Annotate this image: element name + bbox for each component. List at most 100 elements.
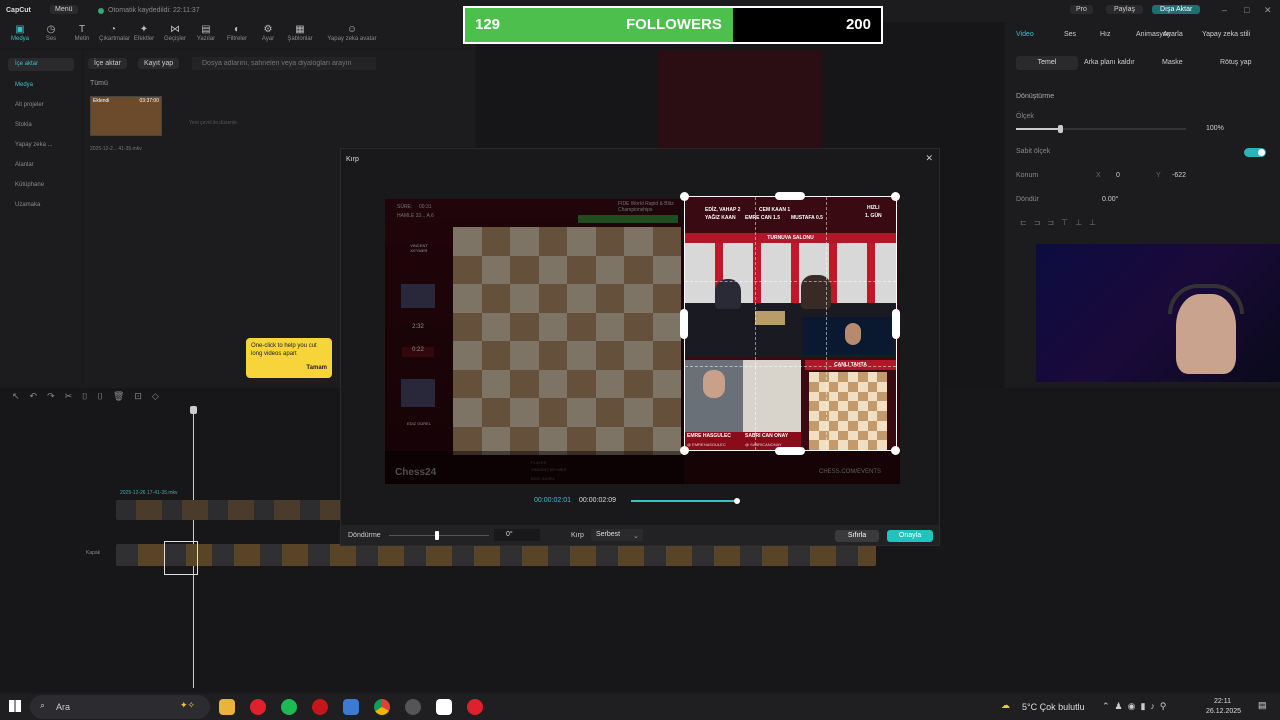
- tab-ai-style[interactable]: Yapay zeka stili: [1202, 31, 1250, 38]
- sidebar-item-import[interactable]: İçe aktar: [8, 58, 74, 71]
- reset-button[interactable]: Sıfırla: [835, 530, 879, 542]
- media-clip-thumbnail[interactable]: Eklendi 03:37:00: [90, 96, 162, 136]
- menu-button[interactable]: Menü: [50, 5, 78, 14]
- tab-media[interactable]: ▣ Medya: [6, 24, 34, 42]
- uniform-scale-toggle[interactable]: [1244, 148, 1266, 157]
- tab-video[interactable]: Video: [1016, 31, 1034, 38]
- cover-label[interactable]: Kapak: [86, 550, 100, 556]
- tab-effects[interactable]: ✦ Efektler: [130, 24, 158, 42]
- import-button[interactable]: İçe aktar: [88, 58, 127, 69]
- position-y-input[interactable]: -622: [1172, 172, 1186, 179]
- media-search-input[interactable]: [192, 57, 376, 70]
- scale-slider-handle[interactable]: [1058, 125, 1063, 133]
- rotation-slider[interactable]: [389, 531, 489, 540]
- crop-handle-bottom-right[interactable]: [891, 446, 900, 455]
- followers-goal-bar: 129 FOLLOWERS 200: [463, 6, 883, 44]
- position-x-input[interactable]: 0: [1116, 172, 1120, 179]
- share-button[interactable]: Paylaş: [1106, 5, 1144, 14]
- tab-templates[interactable]: ▦ Şablonlar: [285, 24, 315, 42]
- tab-text[interactable]: T Metin: [68, 24, 96, 42]
- spotify-icon[interactable]: [281, 699, 297, 715]
- tab-transitions[interactable]: ⋈ Geçişler: [161, 24, 189, 42]
- scale-value[interactable]: 100%: [1206, 125, 1224, 132]
- maximize-icon[interactable]: □: [1244, 5, 1249, 15]
- subtab-retouch[interactable]: Rötuş yap: [1220, 59, 1252, 66]
- left-sidebar: İçe aktar Medya Alt projeler Stokla Yapa…: [0, 50, 82, 388]
- timeline-tools[interactable]: ↖↶↷✂⌷⌷🗑⊡◇: [12, 391, 169, 402]
- scale-slider[interactable]: [1016, 125, 1186, 133]
- crop-dialog-title: Kırp: [346, 156, 359, 163]
- chrome-icon[interactable]: [374, 699, 390, 715]
- opera-gx-icon[interactable]: [467, 699, 483, 715]
- tab-audio-props[interactable]: Ses: [1064, 31, 1076, 38]
- tab-stickers[interactable]: ◔ Çıkartmalar: [99, 24, 130, 42]
- pro-button[interactable]: Pro: [1070, 5, 1093, 14]
- weather-text[interactable]: 5°C Çok bulutlu: [1022, 702, 1085, 712]
- copilot-icon: ✦✧: [180, 700, 196, 710]
- minimize-icon[interactable]: –: [1222, 5, 1227, 15]
- ai-avatar-icon: ☺: [346, 24, 358, 35]
- windows-start-icon[interactable]: [9, 700, 21, 712]
- crop-handle-top-left[interactable]: [680, 192, 689, 201]
- rotate-label: Döndür: [1016, 196, 1039, 203]
- file-explorer-icon[interactable]: [219, 699, 235, 715]
- adjust-icon: ⚙: [263, 24, 273, 35]
- subtab-basic[interactable]: Temel: [1016, 56, 1078, 70]
- tab-filters[interactable]: ◐ Filtreler: [223, 24, 251, 42]
- right-inspector-panel: Video Ses Hız Animasyon Ayarla Yapay zek…: [1006, 22, 1280, 388]
- crop-handle-bottom[interactable]: [775, 447, 805, 455]
- tab-ai-avatar[interactable]: ☺ Yapay zeka avatar: [324, 24, 380, 42]
- clock-time: 22:11: [1214, 698, 1231, 705]
- opera-icon[interactable]: [250, 699, 266, 715]
- tab-adjust-props[interactable]: Ayarla: [1163, 31, 1183, 38]
- filter-all[interactable]: Tümü: [90, 80, 108, 87]
- timeline-selection[interactable]: [164, 541, 198, 575]
- sidebar-item-media[interactable]: Medya: [8, 79, 74, 92]
- close-icon[interactable]: ✕: [1264, 5, 1272, 16]
- crop-handle-bottom-left[interactable]: [680, 446, 689, 455]
- subtab-remove-bg[interactable]: Arka planı kaldır: [1084, 59, 1135, 66]
- obs-icon[interactable]: [405, 699, 421, 715]
- captions-icon: ▤: [201, 24, 211, 35]
- tab-speed[interactable]: Hız: [1100, 31, 1111, 38]
- export-button[interactable]: Dışa Aktar: [1152, 5, 1201, 14]
- crop-handle-right[interactable]: [892, 309, 900, 339]
- tab-adjust[interactable]: ⚙ Ayar: [254, 24, 282, 42]
- sidebar-item-library[interactable]: Kütüphane: [8, 179, 74, 192]
- tray-icons[interactable]: ⌃♟◉▮♪⚲: [1102, 701, 1172, 712]
- app-icon[interactable]: [312, 699, 328, 715]
- align-icons[interactable]: ⊏⊐⊐⊤⊥⊥: [1020, 218, 1103, 227]
- sidebar-item-ai[interactable]: Yapay zeka ...: [8, 139, 74, 152]
- rotation-input[interactable]: 0°: [494, 529, 540, 541]
- crop-dialog-close-icon[interactable]: ✕: [925, 153, 933, 164]
- crop-handle-left[interactable]: [680, 309, 688, 339]
- rotation-slider-handle[interactable]: [435, 531, 439, 540]
- sidebar-item-stock[interactable]: Stokla: [8, 119, 74, 132]
- tooltip-ok-button[interactable]: Tamam: [306, 365, 327, 371]
- crop-seek-handle[interactable]: [733, 498, 740, 504]
- followers-target: 200: [845, 16, 871, 33]
- crop-handle-top-right[interactable]: [891, 192, 900, 201]
- crop-frame[interactable]: [684, 196, 897, 451]
- confirm-button[interactable]: Onayla: [887, 530, 933, 542]
- main-track-clip[interactable]: [116, 544, 876, 566]
- crop-handle-top[interactable]: [775, 192, 805, 200]
- crop-seek-bar[interactable]: [631, 498, 740, 504]
- sidebar-item-subprojects[interactable]: Alt projeler: [8, 99, 74, 112]
- crop-time-total: 00:00:02:09: [579, 497, 616, 504]
- calendar-icon[interactable]: [343, 699, 359, 715]
- filters-icon: ◐: [233, 24, 241, 35]
- capcut-icon[interactable]: [436, 699, 452, 715]
- drop-hint: Yeni çevril ile düzenle: [189, 120, 237, 126]
- taskbar-search[interactable]: ⌕ Ara ✦✧: [30, 695, 210, 719]
- media-clip-name: 2025-12-2... 41-35.mkv: [90, 146, 142, 152]
- sticker-icon: ◔: [109, 24, 117, 35]
- sidebar-item-extend[interactable]: Uzamaka: [8, 199, 74, 212]
- tab-captions[interactable]: ▤ Yazılar: [192, 24, 220, 42]
- rotate-input[interactable]: 0.00°: [1102, 196, 1118, 203]
- tab-audio[interactable]: ◷ Ses: [37, 24, 65, 42]
- notifications-icon[interactable]: ▤: [1258, 700, 1267, 711]
- sidebar-item-spaces[interactable]: Alanlar: [8, 159, 74, 172]
- subtab-mask[interactable]: Maske: [1162, 59, 1183, 66]
- record-button[interactable]: Kayıt yap: [138, 58, 180, 69]
